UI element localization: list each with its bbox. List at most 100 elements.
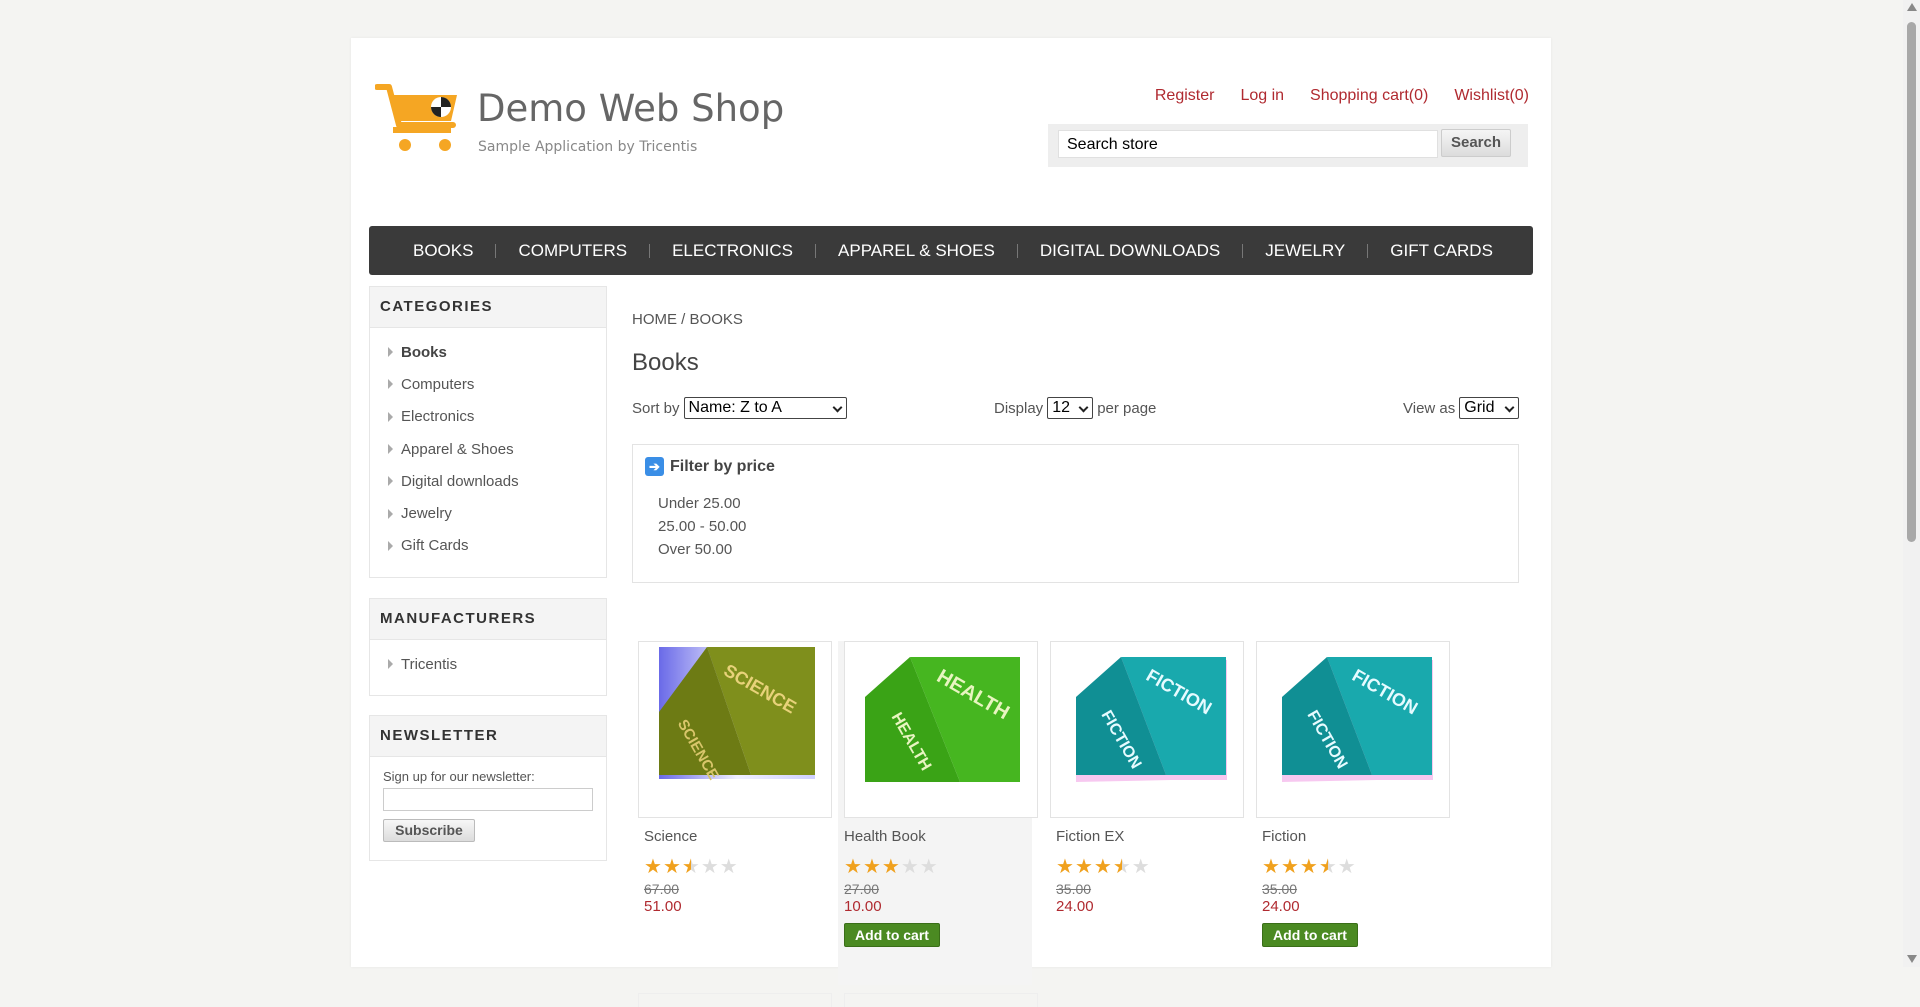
register-link[interactable]: Register <box>1155 87 1215 105</box>
site-logo[interactable]: Demo Web Shop Sample Application by Tric… <box>375 83 845 163</box>
category-item-electronics[interactable]: Electronics <box>370 401 606 433</box>
category-item-gift-cards[interactable]: Gift Cards <box>370 530 606 562</box>
star-icon: ★ <box>681 856 700 878</box>
category-item-apparel-shoes[interactable]: Apparel & Shoes <box>370 433 606 465</box>
arrow-right-icon <box>388 508 393 519</box>
category-item-books[interactable]: Books <box>370 336 606 368</box>
view-mode-select[interactable]: Grid <box>1459 397 1520 419</box>
star-icon: ★ <box>1318 856 1337 878</box>
manufacturers-title: MANUFACTURERS <box>370 599 606 640</box>
arrow-right-icon <box>388 347 393 358</box>
add-to-cart-button[interactable]: Add to cart <box>1262 923 1358 947</box>
category-label: Jewelry <box>401 505 452 523</box>
menu-item-books[interactable]: BOOKS <box>391 241 495 261</box>
actual-price: 51.00 <box>644 898 682 915</box>
category-label: Digital downloads <box>401 472 519 490</box>
filter-option-25-50[interactable]: 25.00 - 50.00 <box>658 515 746 538</box>
scroll-up-arrow-icon[interactable] <box>1907 3 1917 11</box>
star-icon: ★ <box>719 856 738 878</box>
star-icon: ★ <box>1280 856 1299 878</box>
product-image[interactable]: FICTION FICTION <box>1050 641 1244 818</box>
book-cover-science-icon: SCIENCE SCIENCE <box>659 647 815 783</box>
scrollbar-thumb[interactable] <box>1907 22 1916 542</box>
newsletter-title: NEWSLETTER <box>370 716 606 757</box>
search-button[interactable]: Search <box>1441 129 1511 157</box>
product-item: FICTION FICTION Fiction ★ ★ ★ ★ ★ 35.00 24.0… <box>1256 641 1450 947</box>
book-cover-fiction-icon: FICTION FICTION <box>1051 642 1243 817</box>
filter-option-under-25[interactable]: Under 25.00 <box>658 492 746 515</box>
filter-option-over-50[interactable]: Over 50.00 <box>658 538 746 561</box>
search-box: Search store Search <box>1048 124 1528 167</box>
category-label: Computers <box>401 375 475 393</box>
star-icon: ★ <box>700 856 719 878</box>
product-title[interactable]: Health Book <box>844 828 1032 845</box>
subscribe-button[interactable]: Subscribe <box>383 819 475 842</box>
filter-items: Under 25.00 25.00 - 50.00 Over 50.00 <box>658 492 746 561</box>
product-item-partial <box>638 993 832 1007</box>
breadcrumb-separator: / <box>681 311 686 328</box>
sort-control: Sort by Name: Z to A <box>632 397 847 419</box>
top-menu: BOOKS COMPUTERS ELECTRONICS APPAREL & SH… <box>369 226 1533 275</box>
category-item-jewelry[interactable]: Jewelry <box>370 497 606 529</box>
actual-price: 24.00 <box>1056 898 1094 915</box>
product-item: SCIENCE SCIENCE Science ★ ★ ★ ★ ★ 67.00 51.0… <box>638 641 832 915</box>
arrow-right-icon <box>388 444 393 455</box>
categories-title: CATEGORIES <box>370 287 606 328</box>
star-icon: ★ <box>1262 856 1280 878</box>
menu-item-apparel-shoes[interactable]: APPAREL & SHOES <box>816 241 1017 261</box>
wishlist-link[interactable]: Wishlist(0) <box>1454 87 1529 105</box>
star-icon: ★ <box>1299 856 1318 878</box>
view-as-label: View as <box>1403 399 1456 417</box>
manufacturer-item-tricentis[interactable]: Tricentis <box>370 648 606 680</box>
sort-select[interactable]: Name: Z to A <box>683 397 847 419</box>
star-icon: ★ <box>862 856 881 878</box>
product-item: FICTION FICTION Fiction EX ★ ★ ★ ★ ★ 35.00 2… <box>1050 641 1244 915</box>
star-icon: ★ <box>919 856 938 878</box>
menu-item-gift-cards[interactable]: GIFT CARDS <box>1368 241 1515 261</box>
category-item-computers[interactable]: Computers <box>370 368 606 400</box>
old-price: 35.00 <box>1056 881 1092 897</box>
search-input[interactable]: Search store <box>1058 130 1438 158</box>
star-icon: ★ <box>644 856 662 878</box>
vertical-scrollbar[interactable] <box>1903 0 1920 967</box>
product-image[interactable]: HEALTH HEALTH <box>844 641 1038 818</box>
star-icon: ★ <box>1093 856 1112 878</box>
category-item-digital-downloads[interactable]: Digital downloads <box>370 465 606 497</box>
display-label: Display <box>994 399 1044 417</box>
arrow-right-icon <box>388 411 393 422</box>
actual-price: 10.00 <box>844 898 882 915</box>
breadcrumb-home[interactable]: HOME <box>632 311 677 328</box>
old-price: 67.00 <box>644 881 680 897</box>
menu-item-jewelry[interactable]: JEWELRY <box>1243 241 1367 261</box>
product-image[interactable]: SCIENCE SCIENCE <box>638 641 832 818</box>
star-icon: ★ <box>662 856 681 878</box>
product-image[interactable]: FICTION FICTION <box>1256 641 1450 818</box>
newsletter-block: NEWSLETTER Sign up for our newsletter: S… <box>369 715 607 861</box>
menu-item-electronics[interactable]: ELECTRONICS <box>650 241 815 261</box>
shopping-cart-link[interactable]: Shopping cart(0) <box>1310 87 1428 105</box>
view-mode-control: View as Grid <box>1403 397 1520 419</box>
manufacturers-block: MANUFACTURERS Tricentis <box>369 598 607 696</box>
breadcrumb: HOME / BOOKS <box>632 311 743 328</box>
menu-item-digital-downloads[interactable]: DIGITAL DOWNLOADS <box>1018 241 1242 261</box>
rating-stars: ★ ★ ★ ★ ★ <box>1262 857 1450 877</box>
star-icon: ★ <box>1337 856 1356 878</box>
categories-block: CATEGORIES Books Computers Electronics A… <box>369 286 607 578</box>
sort-label: Sort by <box>632 399 680 417</box>
scroll-down-arrow-icon[interactable] <box>1907 955 1917 963</box>
newsletter-email-input[interactable] <box>383 788 593 811</box>
product-title[interactable]: Fiction <box>1262 828 1450 845</box>
old-price: 35.00 <box>1262 881 1298 897</box>
product-title[interactable]: Science <box>644 828 832 845</box>
filter-title[interactable]: ➔ Filter by price <box>645 457 775 476</box>
rating-stars: ★ ★ ★ ★ ★ <box>644 857 832 877</box>
product-item: HEALTH HEALTH Health Book ★ ★ ★ ★ ★ 27.00 10… <box>838 641 1038 985</box>
star-icon: ★ <box>1131 856 1150 878</box>
actual-price: 24.00 <box>1262 898 1300 915</box>
menu-item-computers[interactable]: COMPUTERS <box>496 241 649 261</box>
star-icon: ★ <box>1112 856 1131 878</box>
page-size-select[interactable]: 12 <box>1047 397 1094 419</box>
product-title[interactable]: Fiction EX <box>1056 828 1244 845</box>
add-to-cart-button[interactable]: Add to cart <box>844 923 940 947</box>
login-link[interactable]: Log in <box>1240 87 1284 105</box>
